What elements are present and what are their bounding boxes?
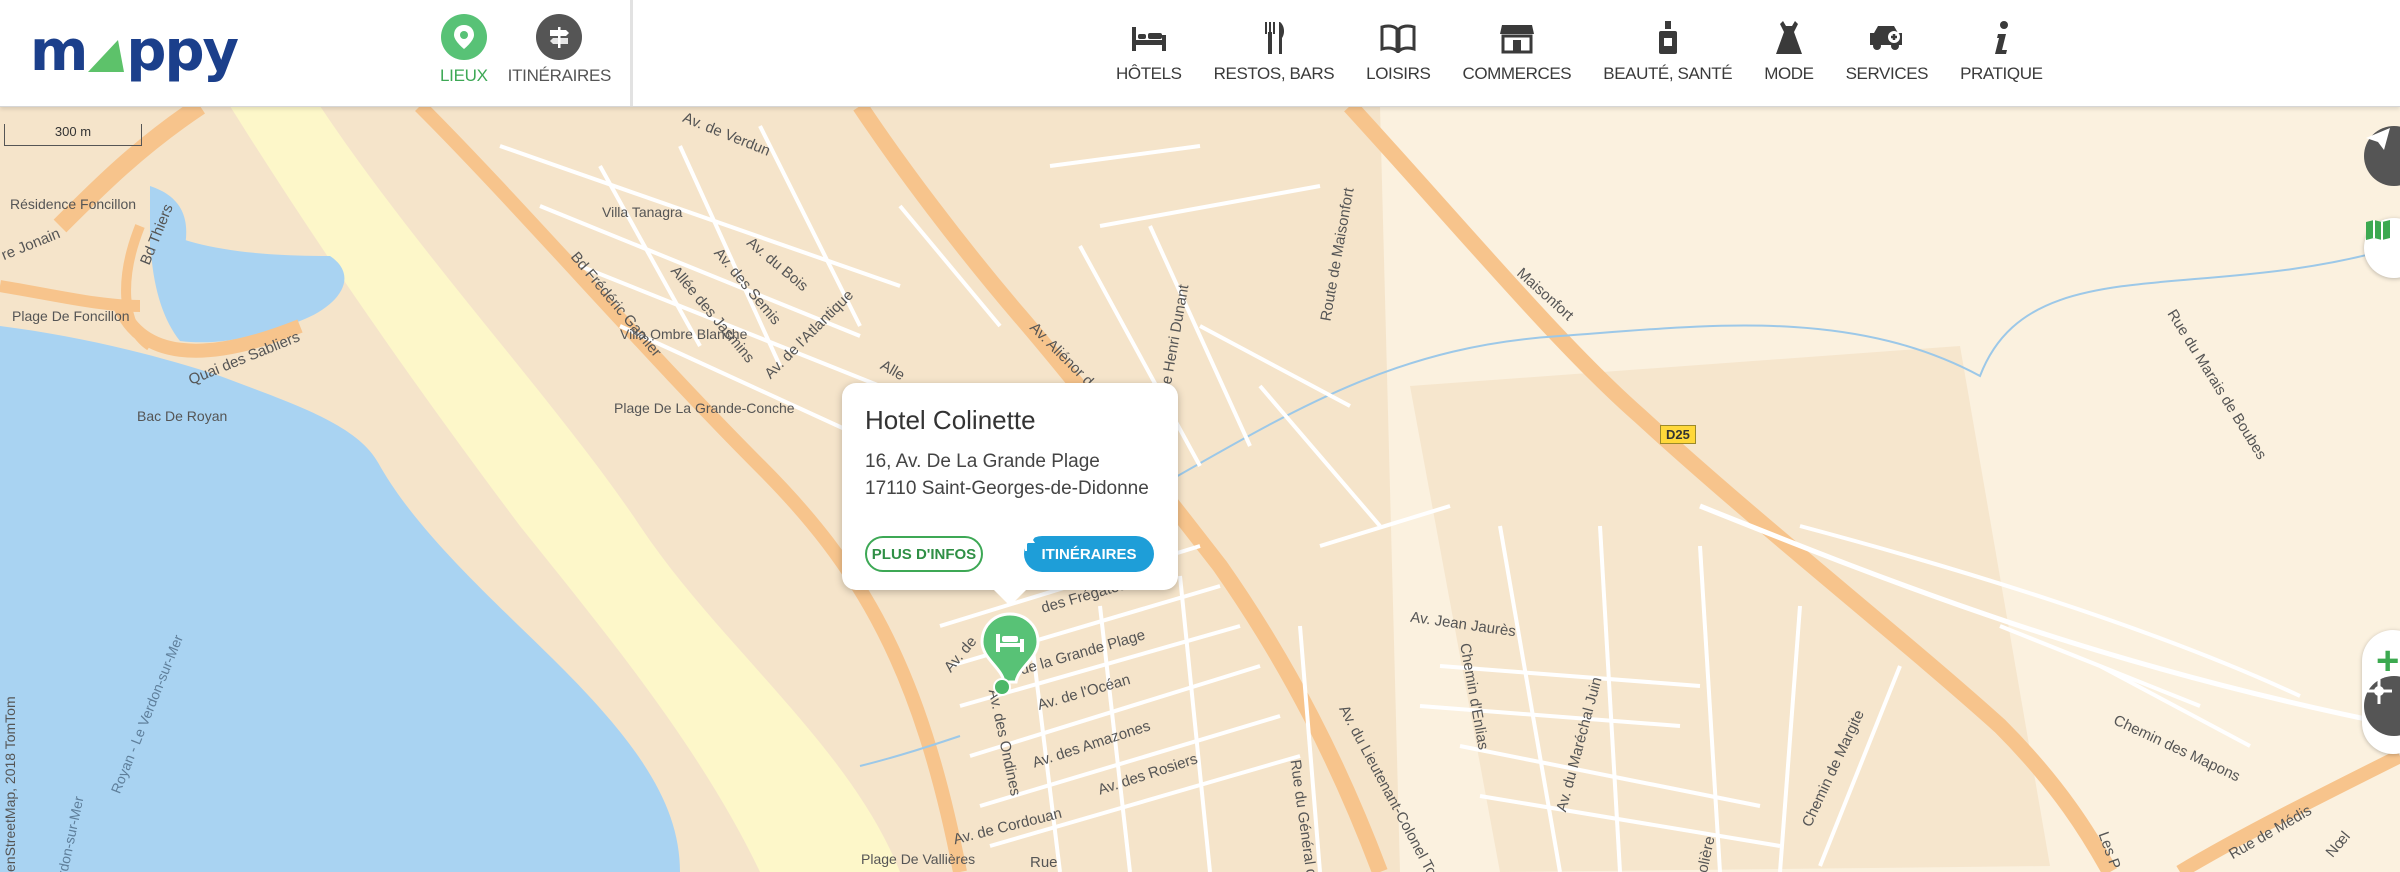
street-label: Bd Frédéric Garnier [567, 248, 665, 361]
map-canvas[interactable]: 300 m Résidence Foncillon Plage De Fonci… [0, 106, 2400, 872]
street-label: Av. des Ondines [984, 687, 1024, 798]
street-label: Chemin d'Enlias [1456, 641, 1492, 752]
category-pratique-label: PRATIQUE [1960, 64, 2043, 83]
category-services[interactable]: SERVICES [1830, 18, 1944, 84]
street-label: Av. du Maréchal Juin [1553, 675, 1606, 814]
mode-itineraires[interactable]: ITINÉRAIRES [508, 14, 611, 86]
street-label: Av. du Lieutenant-Colonel Tou [1335, 702, 1444, 872]
logo-triangle-icon [88, 40, 125, 72]
popup-address-line1: 16, Av. De La Grande Plage [865, 451, 1100, 472]
street-label: Nœl [2322, 828, 2354, 861]
mode-switcher: LIEUX ITINÉRAIRES [440, 14, 611, 86]
street-label: re Jonain [0, 225, 63, 264]
street-label: Quai des Sabliers [186, 328, 303, 389]
traffic-icon [2366, 678, 2392, 704]
category-services-label: SERVICES [1845, 64, 1929, 83]
info-icon [1990, 18, 2012, 58]
category-hotels-label: HÔTELS [1116, 64, 1182, 83]
street-label: Rue de Médis [2225, 801, 2315, 864]
map-labels: Résidence Foncillon Plage De Foncillon B… [0, 106, 2400, 872]
street-label: Av. de l'Atlantique [761, 286, 857, 383]
poi-label: Résidence Foncillon [10, 196, 137, 212]
copyright-text: enStreetMap, 2018 TomTom [2, 696, 18, 872]
street-label: Les P [2094, 829, 2124, 872]
road-number-badge: D25 [1660, 425, 1696, 444]
category-loisirs[interactable]: LOISIRS [1350, 18, 1446, 84]
mode-lieux-label: LIEUX [440, 66, 488, 85]
top-bar: m ppy LIEUX ITINÉRAIRES HÔTELS RESTOS, BA… [0, 0, 2400, 107]
street-label: Alle [877, 356, 908, 385]
street-label: Av. des Amazones [1030, 717, 1153, 772]
street-label: olière [1694, 834, 1719, 872]
more-info-button[interactable]: PLUS D'INFOS [865, 536, 983, 572]
itineraries-button[interactable]: ITINÉRAIRES [1024, 536, 1154, 572]
poi-label: Plage De La Grande-Conche [614, 400, 795, 416]
logo-text-end: ppy [126, 19, 239, 84]
car-service-icon [1868, 18, 1906, 58]
flag-icon [1025, 537, 1035, 551]
street-label: Av. des Rosiers [1095, 750, 1200, 799]
bed-icon [1130, 18, 1168, 58]
category-commerces-label: COMMERCES [1462, 64, 1572, 83]
popup-title: Hotel Colinette [865, 405, 1036, 435]
street-label: Rue du Marais de Boubes [2163, 306, 2270, 463]
poi-label: Plage De Vallières [861, 851, 976, 867]
street-label: Route de Maisonfort [1317, 186, 1358, 323]
street-label: Maisonfort [1513, 264, 1577, 325]
hotel-pin-icon [980, 612, 1040, 696]
direction-arrow-icon [2366, 128, 2390, 150]
scale-label: 300 m [54, 124, 92, 139]
logo-text-start: m [30, 19, 88, 84]
perfume-bottle-icon [1656, 18, 1680, 58]
fork-knife-icon [1259, 18, 1289, 58]
map-layers-icon [2366, 220, 2390, 240]
category-bar: HÔTELS RESTOS, BARS LOISIRS COMMERCES BE… [1100, 18, 2059, 84]
street-label: Rue [1030, 854, 1058, 871]
popup-address-line2: 17110 Saint-Georges-de-Didonne [865, 478, 1149, 499]
mode-lieux[interactable]: LIEUX [440, 14, 488, 86]
street-label: ue Henri Dunant [1156, 283, 1193, 394]
category-beaute-sante-label: BEAUTÉ, SANTÉ [1603, 64, 1733, 83]
street-label: Av. de Cordouan [951, 804, 1064, 849]
category-hotels[interactable]: HÔTELS [1100, 18, 1198, 84]
street-label: Royan - Le Verdon-sur-Mer [107, 632, 187, 796]
street-label: Av. Aliénor d [1026, 319, 1097, 390]
category-loisirs-label: LOISIRS [1366, 64, 1431, 83]
itineraries-label: ITINÉRAIRES [1041, 545, 1137, 563]
street-label: Chemin de Margite [1798, 707, 1868, 830]
mode-itineraires-label: ITINÉRAIRES [507, 66, 612, 85]
more-info-label: PLUS D'INFOS [871, 545, 977, 563]
map-scale: 300 m [4, 124, 142, 146]
category-restos-bars-label: RESTOS, BARS [1213, 64, 1335, 83]
poi-label: Villa Tanagra [602, 204, 683, 220]
street-label: Bd Thiers [137, 201, 177, 268]
category-restos-bars[interactable]: RESTOS, BARS [1198, 18, 1351, 84]
shop-icon [1499, 18, 1535, 58]
street-label: Chemin des Mapons [2110, 711, 2243, 786]
poi-label: Bac De Royan [137, 408, 228, 424]
street-label: Rue du Général de Ga [1286, 758, 1325, 872]
street-label: Av. de l'Océan [1035, 671, 1133, 714]
poi-label: Plage De Foncillon [12, 308, 130, 324]
category-mode-label: MODE [1764, 64, 1814, 83]
dress-icon [1774, 18, 1804, 58]
place-pin-icon [440, 14, 487, 60]
signpost-icon [536, 14, 583, 60]
street-label: Av. de Verdun [680, 109, 773, 160]
category-beaute-sante[interactable]: BEAUTÉ, SANTÉ [1587, 18, 1748, 84]
category-mode[interactable]: MODE [1748, 18, 1829, 84]
category-commerces[interactable]: COMMERCES [1446, 18, 1587, 84]
street-label: Av. Jean Jaurès [1409, 608, 1517, 641]
category-pratique[interactable]: PRATIQUE [1944, 18, 2058, 84]
book-icon [1380, 18, 1416, 58]
place-popup: Hotel Colinette 16, Av. De La Grande Pla… [842, 383, 1178, 606]
street-label: Av. de [940, 633, 981, 676]
street-label: Verdon-sur-Mer [50, 794, 87, 872]
mappy-logo[interactable]: m ppy [30, 19, 239, 84]
header-divider [630, 0, 633, 106]
